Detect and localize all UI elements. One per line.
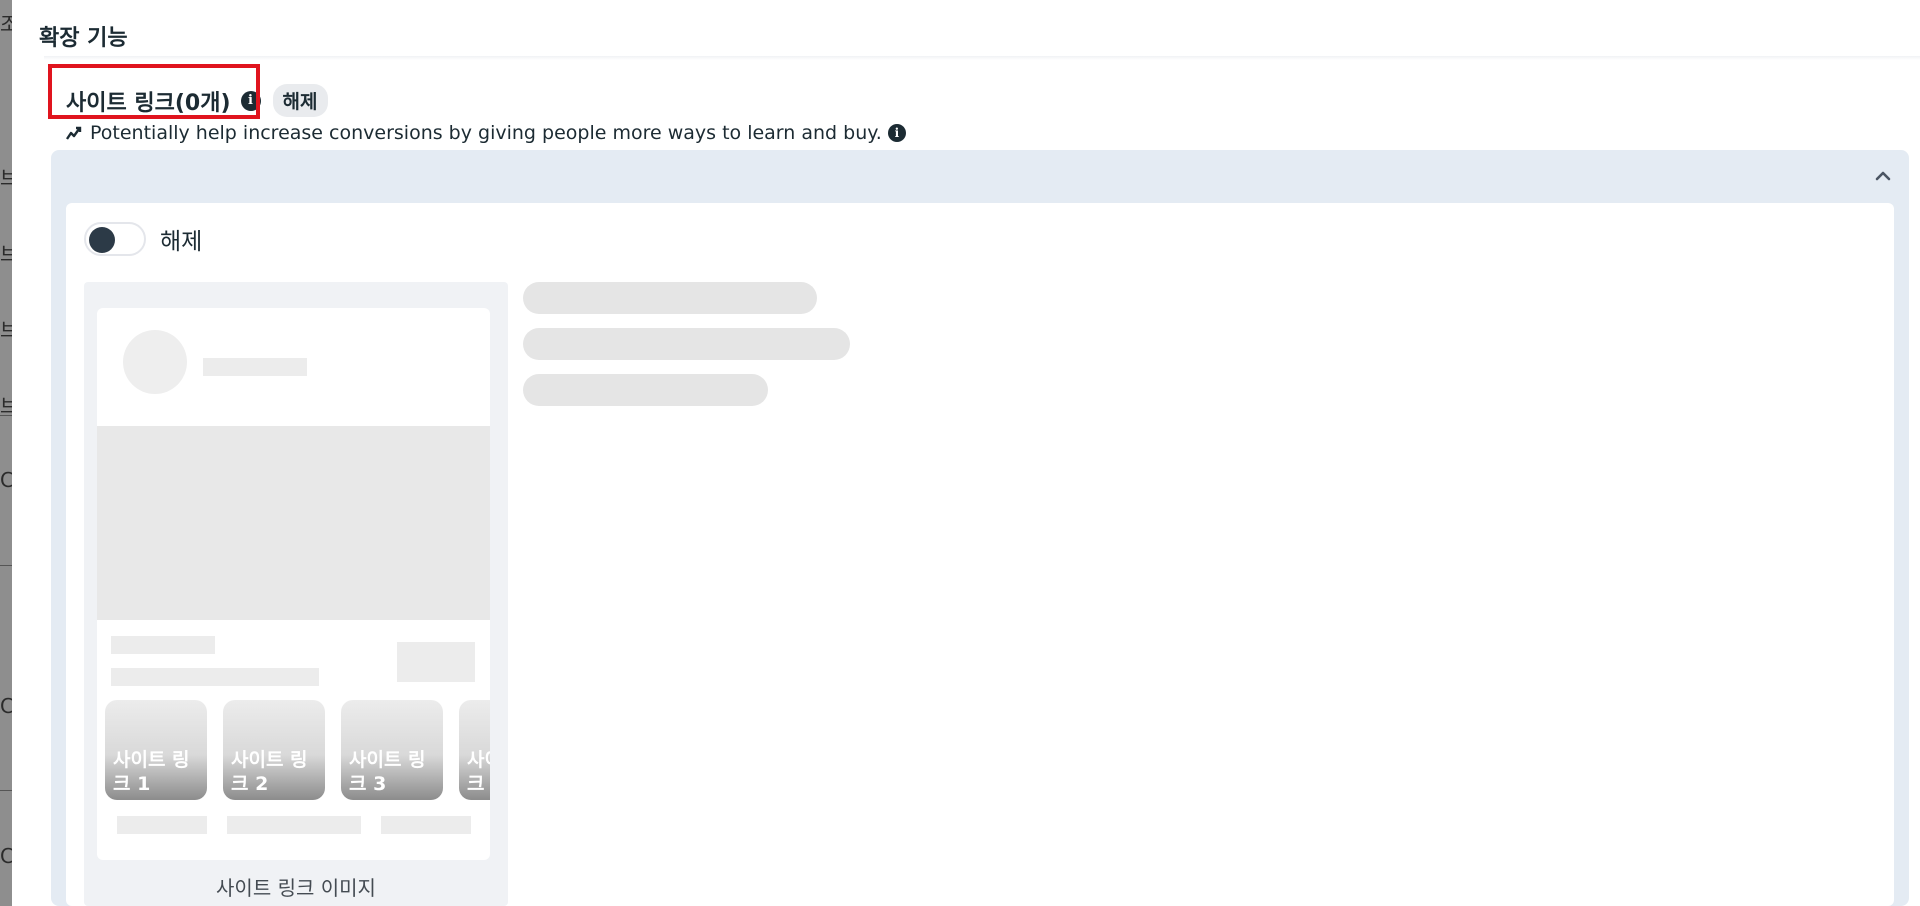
chevron-up-icon[interactable] — [1873, 166, 1893, 186]
background-text-fragment: C — [0, 696, 12, 716]
info-icon[interactable]: i — [887, 124, 906, 142]
description-text: Potentially help increase conversions by… — [90, 122, 882, 144]
placeholder-avatar — [123, 330, 187, 394]
placeholder-line — [111, 636, 215, 654]
background-text-fragment: 브 — [0, 320, 12, 340]
background-text-fragment: 브 — [0, 168, 12, 188]
skeleton-line — [523, 328, 850, 360]
sitelink-card: 사이트 링크 2 — [223, 700, 325, 800]
skeleton-line — [523, 282, 817, 314]
sitelinks-toggle-row: 해제 — [84, 222, 202, 256]
sitelinks-description: Potentially help increase conversions by… — [66, 122, 906, 144]
background-text-fragment: C — [0, 470, 12, 490]
placeholder-line — [227, 816, 361, 834]
sitelink-card: 사이트 링크 1 — [105, 700, 207, 800]
background-page-edge: 조 브 브 브 브 C C C — [0, 0, 12, 906]
skeleton-line — [523, 374, 768, 406]
trend-up-icon — [66, 126, 82, 140]
background-divider — [0, 415, 12, 416]
background-text-fragment: 브 — [0, 244, 12, 264]
placeholder-line — [203, 358, 307, 376]
background-text-fragment: C — [0, 846, 12, 866]
highlight-annotation-box — [48, 64, 260, 119]
toggle-knob — [89, 227, 115, 253]
sitelink-card: 사이트 링크 3 — [341, 700, 443, 800]
preview-caption: 사이트 링크 이미지 — [216, 876, 376, 900]
sitelink-card-label: 사이트 링크 3 — [349, 749, 426, 795]
sitelink-card-label: 사이트 링크 4 — [467, 749, 490, 795]
card-top-shadow — [44, 56, 1920, 60]
status-badge: 해제 — [272, 84, 328, 117]
section-title: 확장 기능 — [39, 26, 128, 51]
placeholder-line — [381, 816, 471, 834]
placeholder-line — [117, 816, 207, 834]
background-text-fragment: 브 — [0, 396, 12, 416]
background-divider — [0, 565, 12, 566]
placeholder-button — [397, 642, 475, 682]
background-divider — [0, 790, 12, 791]
placeholder-image — [97, 426, 490, 620]
ad-preview-mockup: 사이트 링크 1 사이트 링크 2 사이트 링크 3 사이트 링크 4 — [97, 308, 490, 860]
sitelink-card-label: 사이트 링크 2 — [231, 749, 308, 795]
sitelinks-toggle[interactable] — [84, 222, 146, 256]
sitelink-card-label: 사이트 링크 1 — [113, 749, 190, 795]
sitelink-card: 사이트 링크 4 — [459, 700, 490, 800]
toggle-label: 해제 — [160, 229, 203, 255]
placeholder-line — [111, 668, 319, 686]
background-text-fragment: 조 — [0, 14, 12, 34]
